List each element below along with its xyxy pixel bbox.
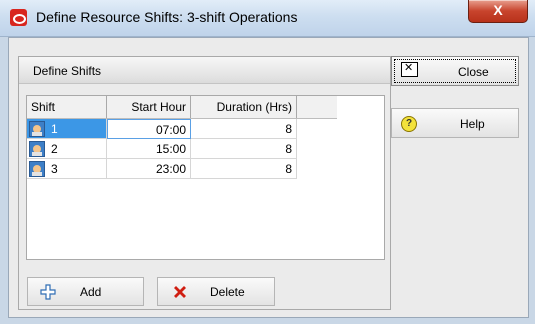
delete-button[interactable]: Delete — [157, 277, 275, 306]
shifts-table[interactable]: Shift Start Hour Duration (Hrs) 1 07:00 … — [26, 95, 385, 260]
table-row[interactable]: 1 07:00 8 — [27, 119, 337, 139]
help-label: Help — [460, 117, 485, 131]
people-icon — [29, 141, 45, 157]
table-header: Shift Start Hour Duration (Hrs) — [27, 96, 337, 119]
window-close-button[interactable]: X — [468, 0, 528, 23]
shift-number: 2 — [51, 142, 58, 156]
title-bar[interactable]: Define Resource Shifts: 3-shift Operatio… — [0, 0, 535, 37]
column-header-duration[interactable]: Duration (Hrs) — [191, 96, 297, 118]
close-button[interactable]: Close — [391, 56, 519, 86]
people-icon — [29, 161, 45, 177]
add-button[interactable]: Add — [27, 277, 144, 306]
define-shifts-panel: Define Shifts Shift Start Hour Duration … — [18, 56, 391, 310]
start-hour-cell[interactable]: 15:00 — [107, 139, 191, 159]
column-header-shift[interactable]: Shift — [27, 96, 107, 118]
shift-cell[interactable]: 3 — [27, 159, 107, 179]
shift-number: 3 — [51, 162, 58, 176]
start-hour-cell[interactable]: 23:00 — [107, 159, 191, 179]
dialog-body: Define Shifts Shift Start Hour Duration … — [8, 37, 529, 318]
duration-cell[interactable]: 8 — [191, 139, 297, 159]
duration-cell[interactable]: 8 — [191, 159, 297, 179]
table-row[interactable]: 3 23:00 8 — [27, 159, 337, 179]
duration-cell[interactable]: 8 — [191, 119, 297, 139]
shift-number: 1 — [51, 122, 58, 136]
question-mark-icon: ? — [401, 116, 417, 132]
people-icon — [29, 121, 45, 137]
add-label: Add — [80, 285, 102, 299]
red-x-icon — [174, 286, 186, 298]
shift-cell[interactable]: 2 — [27, 139, 107, 159]
help-button[interactable]: ? Help — [391, 108, 519, 138]
shift-cell[interactable]: 1 — [27, 119, 107, 139]
oracle-app-icon — [10, 9, 27, 26]
delete-label: Delete — [210, 285, 245, 299]
window-title: Define Resource Shifts: 3-shift Operatio… — [36, 9, 298, 25]
panel-title: Define Shifts — [33, 64, 102, 78]
close-window-icon — [401, 61, 418, 77]
close-label: Close — [458, 65, 489, 79]
plus-outline-icon — [40, 284, 56, 300]
start-hour-cell[interactable]: 07:00 — [107, 119, 191, 139]
dialog-window: Define Resource Shifts: 3-shift Operatio… — [0, 0, 535, 324]
column-header-start-hour[interactable]: Start Hour — [107, 96, 191, 118]
table-row[interactable]: 2 15:00 8 — [27, 139, 337, 159]
panel-header: Define Shifts — [19, 57, 390, 84]
